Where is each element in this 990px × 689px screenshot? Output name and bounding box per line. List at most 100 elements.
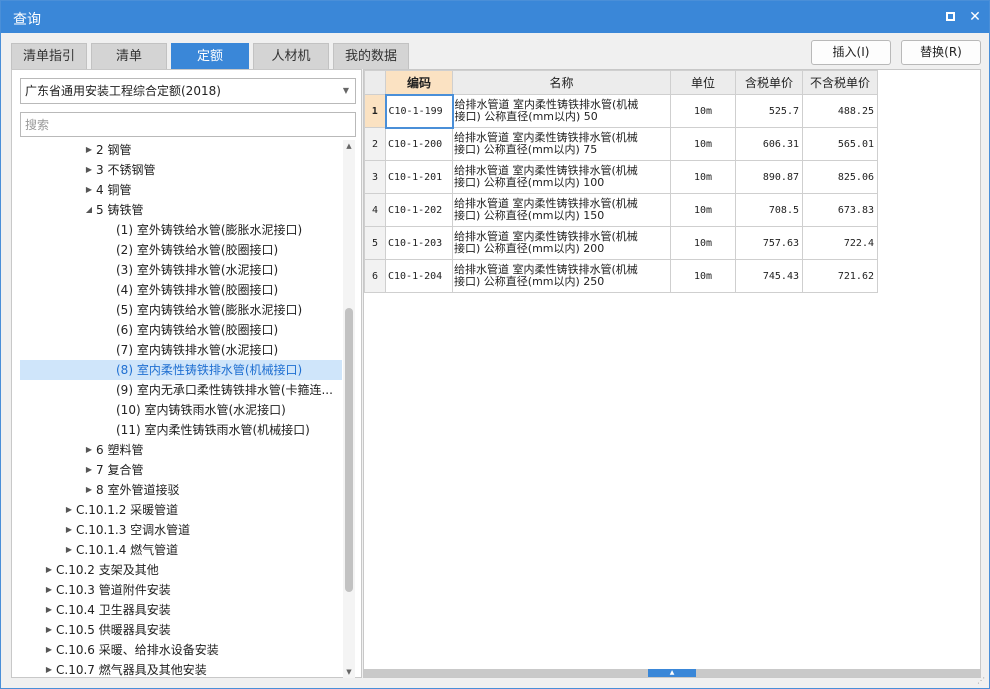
table-row[interactable]: 3 C10-1-201 给排水管道 室内柔性铸铁排水管(机械 接口) 公称直径(mm以… <box>364 160 878 194</box>
column-header-unit[interactable]: 单位 <box>670 70 736 95</box>
name-cell[interactable]: 给排水管道 室内柔性铸铁排水管(机械 接口) 公称直径(mm以内) 50 <box>452 94 671 128</box>
title-bar[interactable]: 查询 ✕ <box>1 1 989 33</box>
tab-my-data[interactable]: 我的数据 <box>333 43 409 69</box>
table-row[interactable]: 5 C10-1-203 给排水管道 室内柔性铸铁排水管(机械 接口) 公称直径(mm以… <box>364 226 878 260</box>
unit-cell[interactable]: 10m <box>670 193 736 227</box>
column-header-price-tax[interactable]: 含税单价 <box>735 70 803 95</box>
tree-item[interactable]: (8) 室内柔性铸铁排水管(机械接口) <box>20 360 342 380</box>
unit-cell[interactable]: 10m <box>670 160 736 194</box>
tree-item[interactable]: ▶ C.10.1.2 采暖管道 <box>20 500 342 520</box>
row-number-cell[interactable]: 4 <box>364 193 386 227</box>
scroll-thumb[interactable] <box>345 308 353 592</box>
unit-cell[interactable]: 10m <box>670 226 736 260</box>
tree-collapsed-arrow-icon[interactable]: ▶ <box>44 580 54 600</box>
tree-item[interactable]: (1) 室外铸铁给水管(膨胀水泥接口) <box>20 220 342 240</box>
tree-vertical-scrollbar[interactable]: ▲ ▼ <box>343 140 355 678</box>
price-notax-cell[interactable]: 825.06 <box>802 160 878 194</box>
tree-item[interactable]: (7) 室内铸铁排水管(水泥接口) <box>20 340 342 360</box>
row-number-cell[interactable]: 2 <box>364 127 386 161</box>
tree-item[interactable]: (4) 室外铸铁排水管(胶圈接口) <box>20 280 342 300</box>
row-number-cell[interactable]: 6 <box>364 259 386 293</box>
price-notax-cell[interactable]: 488.25 <box>802 94 878 128</box>
table-row[interactable]: 4 C10-1-202 给排水管道 室内柔性铸铁排水管(机械 接口) 公称直径(mm以… <box>364 193 878 227</box>
tree-collapsed-arrow-icon[interactable]: ▶ <box>84 480 94 500</box>
price-tax-cell[interactable]: 525.7 <box>735 94 803 128</box>
resize-grip-icon[interactable]: ⋰ <box>977 676 987 686</box>
tree-item[interactable]: ▶ C.10.7 燃气器具及其他安装 <box>20 660 342 678</box>
row-number-cell[interactable]: 5 <box>364 226 386 260</box>
price-notax-cell[interactable]: 565.01 <box>802 127 878 161</box>
price-tax-cell[interactable]: 757.63 <box>735 226 803 260</box>
tree-item[interactable]: ▶ C.10.1.4 燃气管道 <box>20 540 342 560</box>
column-header-code[interactable]: 编码 <box>385 70 453 95</box>
tree-item[interactable]: ▶ 3 不锈钢管 <box>20 160 342 180</box>
name-cell[interactable]: 给排水管道 室内柔性铸铁排水管(机械 接口) 公称直径(mm以内) 200 <box>452 226 671 260</box>
unit-cell[interactable]: 10m <box>670 259 736 293</box>
tree-item[interactable]: ▶ C.10.6 采暖、给排水设备安装 <box>20 640 342 660</box>
tree-item[interactable]: ▶ C.10.2 支架及其他 <box>20 560 342 580</box>
column-header-price-notax[interactable]: 不含税单价 <box>802 70 878 95</box>
insert-button[interactable]: 插入(I) <box>811 40 891 65</box>
maximize-icon[interactable] <box>940 7 960 27</box>
tab-quota[interactable]: 定额 <box>171 43 249 69</box>
tab-bill[interactable]: 清单 <box>91 43 167 69</box>
unit-cell[interactable]: 10m <box>670 94 736 128</box>
tree-collapsed-arrow-icon[interactable]: ▶ <box>84 440 94 460</box>
code-cell[interactable]: C10-1-203 <box>385 226 453 260</box>
quota-library-select[interactable]: 广东省通用安装工程综合定额(2018) ▼ <box>20 78 356 104</box>
tree-collapsed-arrow-icon[interactable]: ▶ <box>84 140 94 160</box>
name-cell[interactable]: 给排水管道 室内柔性铸铁排水管(机械 接口) 公称直径(mm以内) 150 <box>452 193 671 227</box>
tree-item[interactable]: ▶ C.10.4 卫生器具安装 <box>20 600 342 620</box>
table-horizontal-scrollbar[interactable]: ▲ <box>364 669 980 677</box>
tree-collapsed-arrow-icon[interactable]: ▶ <box>44 620 54 640</box>
tree-item[interactable]: ▶ 6 塑料管 <box>20 440 342 460</box>
tree-item[interactable]: ▶ 4 铜管 <box>20 180 342 200</box>
row-number-cell[interactable]: 3 <box>364 160 386 194</box>
tree-item[interactable]: ◢ 5 铸铁管 <box>20 200 342 220</box>
code-cell[interactable]: C10-1-199 <box>384 93 454 129</box>
splitter-grip-icon[interactable]: ▲ <box>648 669 696 677</box>
tree-item[interactable]: (2) 室外铸铁给水管(胶圈接口) <box>20 240 342 260</box>
tree-collapsed-arrow-icon[interactable]: ▶ <box>84 460 94 480</box>
name-cell[interactable]: 给排水管道 室内柔性铸铁排水管(机械 接口) 公称直径(mm以内) 100 <box>452 160 671 194</box>
name-cell[interactable]: 给排水管道 室内柔性铸铁排水管(机械 接口) 公称直径(mm以内) 250 <box>452 259 671 293</box>
tree-item[interactable]: ▶ C.10.5 供暖器具安装 <box>20 620 342 640</box>
table-row[interactable]: 1 C10-1-199 给排水管道 室内柔性铸铁排水管(机械 接口) 公称直径(mm以… <box>364 93 878 129</box>
tree-item[interactable]: ▶ 7 复合管 <box>20 460 342 480</box>
price-notax-cell[interactable]: 722.4 <box>802 226 878 260</box>
tab-labor-material-machine[interactable]: 人材机 <box>253 43 329 69</box>
price-tax-cell[interactable]: 708.5 <box>735 193 803 227</box>
tree-collapsed-arrow-icon[interactable]: ▶ <box>64 540 74 560</box>
name-cell[interactable]: 给排水管道 室内柔性铸铁排水管(机械 接口) 公称直径(mm以内) 75 <box>452 127 671 161</box>
scroll-down-icon[interactable]: ▼ <box>343 666 355 678</box>
tree-expanded-arrow-icon[interactable]: ◢ <box>84 200 94 220</box>
close-icon[interactable]: ✕ <box>965 7 985 27</box>
price-tax-cell[interactable]: 606.31 <box>735 127 803 161</box>
table-row[interactable]: 2 C10-1-200 给排水管道 室内柔性铸铁排水管(机械 接口) 公称直径(mm以… <box>364 127 878 161</box>
tree-collapsed-arrow-icon[interactable]: ▶ <box>84 160 94 180</box>
tree-collapsed-arrow-icon[interactable]: ▶ <box>84 180 94 200</box>
tree-collapsed-arrow-icon[interactable]: ▶ <box>44 560 54 580</box>
column-header-name[interactable]: 名称 <box>452 70 671 95</box>
tree-collapsed-arrow-icon[interactable]: ▶ <box>64 520 74 540</box>
tree-item[interactable]: (11) 室内柔性铸铁雨水管(机械接口) <box>20 420 342 440</box>
price-tax-cell[interactable]: 890.87 <box>735 160 803 194</box>
chevron-down-icon[interactable]: ▼ <box>343 79 349 103</box>
price-notax-cell[interactable]: 721.62 <box>802 259 878 293</box>
tree-item[interactable]: (5) 室内铸铁给水管(膨胀水泥接口) <box>20 300 342 320</box>
code-cell[interactable]: C10-1-202 <box>385 193 453 227</box>
tree-item[interactable]: (3) 室外铸铁排水管(水泥接口) <box>20 260 342 280</box>
price-tax-cell[interactable]: 745.43 <box>735 259 803 293</box>
replace-button[interactable]: 替换(R) <box>901 40 981 65</box>
tree-collapsed-arrow-icon[interactable]: ▶ <box>44 640 54 660</box>
tree-item[interactable]: ▶ 8 室外管道接驳 <box>20 480 342 500</box>
tree-item[interactable]: ▶ 2 钢管 <box>20 140 342 160</box>
tree-item[interactable]: (10) 室内铸铁雨水管(水泥接口) <box>20 400 342 420</box>
tree-item[interactable]: ▶ C.10.1.3 空调水管道 <box>20 520 342 540</box>
tree-item[interactable]: (9) 室内无承口柔性铸铁排水管(卡箍连... <box>20 380 342 400</box>
tab-bill-guide[interactable]: 清单指引 <box>11 43 87 69</box>
row-number-cell[interactable]: 1 <box>364 94 386 128</box>
table-row[interactable]: 6 C10-1-204 给排水管道 室内柔性铸铁排水管(机械 接口) 公称直径(mm以… <box>364 259 878 293</box>
tree-collapsed-arrow-icon[interactable]: ▶ <box>44 660 54 678</box>
code-cell[interactable]: C10-1-200 <box>385 127 453 161</box>
